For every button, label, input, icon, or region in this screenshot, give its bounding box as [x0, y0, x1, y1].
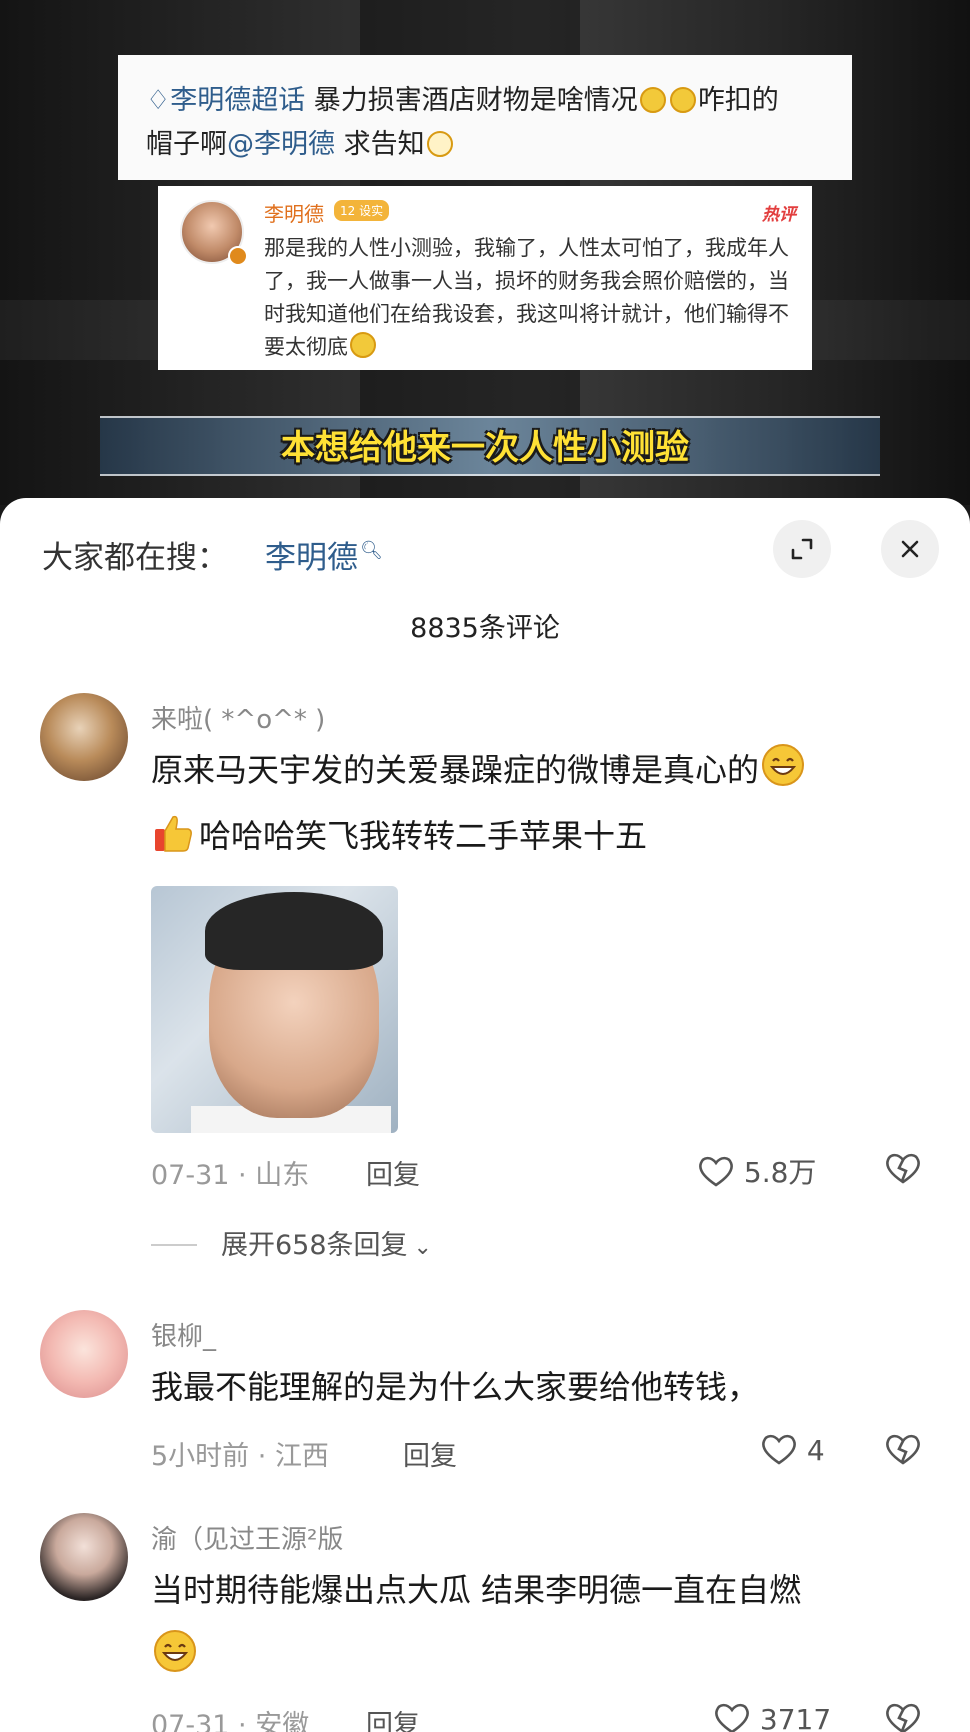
heart-icon: [715, 1703, 749, 1732]
mention-link: @李明德: [227, 129, 335, 160]
expand-icon: [791, 538, 813, 560]
like-button[interactable]: 5.8万: [697, 1151, 816, 1191]
super-topic-label: 李明德超话: [170, 85, 306, 116]
dislike-button[interactable]: [884, 1151, 922, 1185]
heart-icon: [699, 1156, 733, 1187]
grin-emoji-icon: [762, 744, 805, 786]
comment-location: 山东: [255, 1160, 310, 1191]
comment-text-line: 原来马天宇发的关爱暴躁症的微博是真心的: [151, 751, 760, 789]
hot-comment-badge: 热评: [762, 205, 796, 225]
expand-button[interactable]: [773, 520, 831, 578]
post-text: 求告知: [335, 129, 425, 160]
post-text: 咋扣的: [697, 85, 779, 116]
chevron-down-icon: ⌄: [413, 1235, 432, 1260]
grin-emoji-icon: [350, 332, 376, 358]
post-text: 帽子啊: [146, 129, 227, 160]
broken-heart-icon: [886, 1434, 920, 1465]
glasses-emoji-icon: [426, 131, 453, 157]
image-detail: [205, 892, 383, 970]
comment-meta: 5小时前 · 江西: [151, 1441, 329, 1472]
commenter-name[interactable]: 银柳_: [151, 1316, 216, 1353]
comment-text-line: 当时期待能爆出点大瓜 结果李明德一直在自燃: [151, 1571, 802, 1609]
comment-date: 07-31: [151, 1160, 230, 1191]
hot-comment-card: 李明德 12 设实 热评 那是我的人性小测验，我输了，人性太可怕了，我成年人了，…: [158, 186, 812, 370]
comment-meta: 07-31 · 山东: [151, 1160, 310, 1191]
commenter-name[interactable]: 渝（见过王源²版: [151, 1519, 343, 1556]
comment-location: 江西: [274, 1441, 329, 1472]
divider: [151, 1244, 197, 1246]
level-badge: 12 设实: [334, 200, 390, 221]
video-subtitle: 本想给他来一次人性小测验: [281, 428, 689, 468]
dislike-button[interactable]: [884, 1701, 922, 1732]
comment-text: 我最不能理解的是为什么大家要给他转钱，: [151, 1368, 760, 1406]
comment-sheet: 大家都在搜： 李明德 🔍︎ 8835条评论 来啦( *^o^* ) 原来马天宇发的…: [0, 498, 970, 1732]
comment-image[interactable]: [151, 886, 398, 1133]
hot-comment-text: 那是我的人性小测验，我输了，人性太可怕了，我成年人了，我一人做事一人当，损坏的财…: [264, 232, 800, 364]
dislike-button[interactable]: [884, 1432, 922, 1466]
comment-location: 安徽: [255, 1710, 310, 1732]
broken-heart-icon: [886, 1703, 920, 1732]
comment-meta: 07-31 · 安徽: [151, 1703, 309, 1732]
like-count: 5.8万: [743, 1156, 817, 1189]
laugh-cry-emoji-icon: [669, 87, 696, 113]
laugh-cry-emoji-icon: [639, 87, 666, 113]
comment-text-line: 哈哈哈笑飞我转转二手苹果十五: [199, 817, 648, 855]
commenter-name[interactable]: 来啦( *^o^* ): [151, 699, 325, 736]
search-term-text: 李明德: [265, 540, 358, 576]
avatar[interactable]: [40, 1513, 128, 1601]
commenter-name: 李明德: [264, 202, 324, 226]
reply-button[interactable]: 回复: [366, 1703, 420, 1732]
like-count: 4: [806, 1434, 825, 1467]
close-button[interactable]: [881, 520, 939, 578]
like-count: 3717: [759, 1703, 832, 1732]
post-text: 暴力损害酒店财物是啥情况: [305, 85, 638, 116]
expand-replies-label: 展开658条回复: [221, 1230, 408, 1261]
video-post-card: ♢李明德超话 暴力损害酒店财物是啥情况 咋扣的 帽子啊@李明德 求告知: [118, 55, 852, 180]
comment-text: 当时期待能爆出点大瓜 结果李明德一直在自燃: [151, 1557, 931, 1689]
thumbs-up-emoji-icon: [155, 815, 192, 852]
diamond-icon: ♢: [146, 85, 171, 116]
heart-icon: [762, 1434, 796, 1465]
like-button[interactable]: 3717: [713, 1701, 831, 1732]
comment-date: 5小时前: [151, 1441, 250, 1472]
comment-date: 07-31: [151, 1710, 230, 1732]
avatar[interactable]: [40, 693, 128, 781]
trending-search-link[interactable]: 李明德 🔍︎: [265, 532, 383, 577]
search-icon: 🔍︎: [360, 540, 383, 561]
reply-button[interactable]: 回复: [366, 1153, 420, 1192]
hot-comment-body: 那是我的人性小测验，我输了，人性太可怕了，我成年人了，我一人做事一人当，损坏的财…: [264, 236, 789, 359]
grin-emoji-icon: [154, 1630, 196, 1672]
verified-badge-icon: [228, 246, 248, 266]
trending-search-label: 大家都在搜：: [42, 540, 228, 576]
broken-heart-icon: [886, 1153, 920, 1184]
reply-button[interactable]: 回复: [403, 1434, 457, 1473]
avatar[interactable]: [40, 1310, 128, 1398]
comment-count: 8835条评论: [410, 613, 560, 644]
like-button[interactable]: 4: [760, 1432, 825, 1467]
expand-replies-button[interactable]: 展开658条回复 ⌄: [151, 1223, 432, 1262]
comment-text: 原来马天宇发的关爱暴躁症的微博是真心的 哈哈哈笑飞我转转二手苹果十五: [151, 737, 931, 869]
close-icon: [901, 540, 919, 558]
